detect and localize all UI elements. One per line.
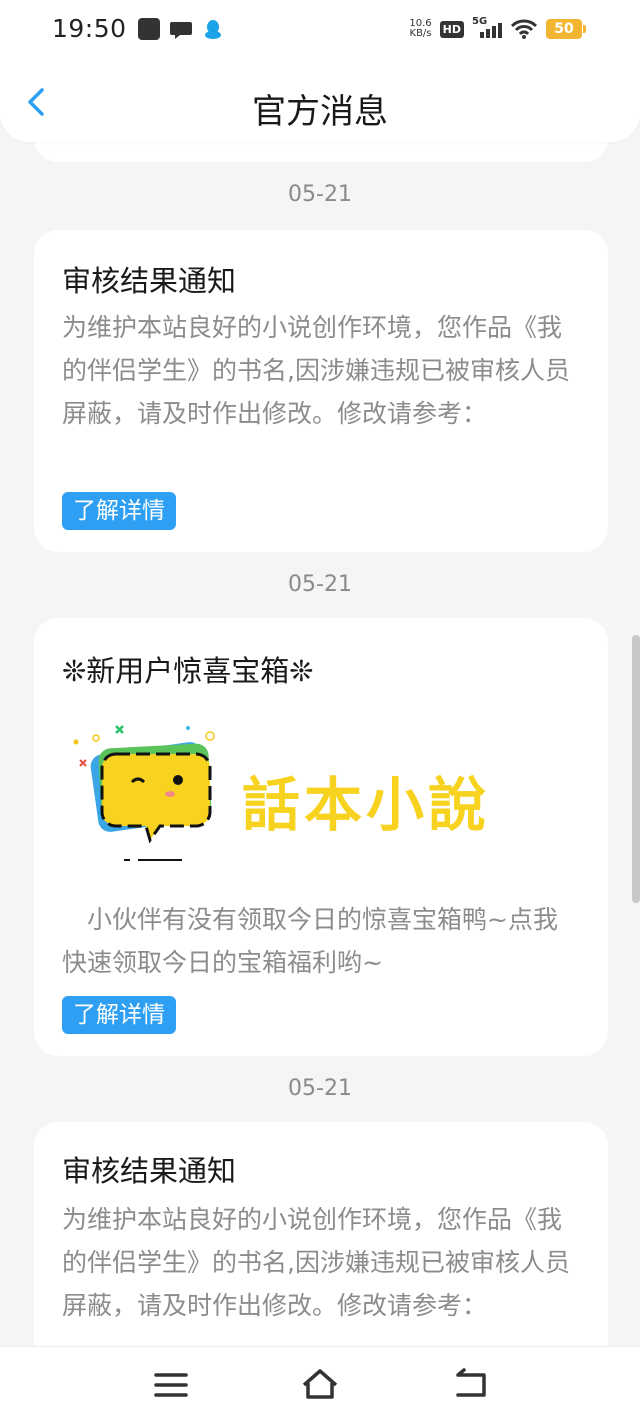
screen: 19:50 10.6 KB/s HD 5G 50 官方消息 05-21 审核结果…: [0, 0, 640, 1422]
confetti-dot: [186, 726, 190, 730]
learn-more-button[interactable]: 了解详情: [62, 492, 176, 530]
net-speed-unit: KB/s: [409, 28, 432, 39]
hd-badge: HD: [439, 20, 464, 38]
message-date: 05-21: [288, 572, 352, 597]
net-speed: 10.6 KB/s: [409, 19, 431, 39]
home-icon[interactable]: [300, 1365, 340, 1405]
message-title: 审核结果通知: [62, 1154, 237, 1188]
chat-icon: [170, 22, 192, 39]
mascot-eye: [173, 775, 183, 785]
message-body: 小伙伴有没有领取今日的惊喜宝箱鸭~点我快速领取今日的宝箱福利哟~: [62, 905, 558, 977]
back-icon[interactable]: [450, 1365, 490, 1405]
battery-icon: 50: [546, 19, 586, 39]
message-body: 为维护本站良好的小说创作环境，您作品《我的伴侣学生》的书名,因涉嫌违规已被审核人…: [62, 313, 570, 428]
learn-more-button[interactable]: 了解详情: [62, 996, 176, 1034]
message-date: 05-21: [288, 1076, 352, 1101]
confetti-ring: [92, 734, 100, 742]
mascot-bubble: [100, 752, 212, 844]
app-notification-icon: [138, 18, 160, 40]
message-body: 为维护本站良好的小说创作环境，您作品《我的伴侣学生》的书名,因涉嫌违规已被审核人…: [62, 1205, 570, 1320]
confetti-cross: [115, 725, 124, 734]
status-right-cluster: 10.6 KB/s HD 5G 50: [409, 16, 586, 42]
mascot-blush: [165, 791, 175, 797]
status-time: 19:50: [52, 14, 127, 43]
scrollbar[interactable]: [632, 635, 640, 903]
wifi-icon: [510, 19, 538, 39]
confetti-dot: [73, 739, 79, 745]
network-type: 5G: [472, 16, 488, 27]
qq-penguin-icon: [205, 20, 221, 39]
message-title: ❊新用户惊喜宝箱❊: [62, 654, 314, 688]
confetti-cross: [79, 759, 87, 767]
menu-icon[interactable]: [151, 1365, 191, 1405]
message-card[interactable]: ❊新用户惊喜宝箱❊ 話本小說 小伙伴有没有领取今日的惊喜宝箱鸭~点我快速领取今日…: [34, 618, 608, 1056]
confetti-ring: [205, 731, 215, 741]
message-title: 审核结果通知: [62, 264, 237, 298]
banner-logo-text: 話本小說: [242, 771, 491, 839]
app-header: 官方消息: [0, 62, 640, 142]
page-title: 官方消息: [252, 92, 388, 132]
system-nav-bar: [0, 1346, 640, 1422]
message-card[interactable]: 审核结果通知 为维护本站良好的小说创作环境，您作品《我的伴侣学生》的书名,因涉嫌…: [34, 230, 608, 552]
signal-icon: 5G: [472, 16, 502, 40]
message-date: 05-21: [288, 182, 352, 207]
status-bar: 19:50 10.6 KB/s HD 5G 50: [0, 0, 640, 62]
battery-level: 50: [554, 21, 574, 37]
